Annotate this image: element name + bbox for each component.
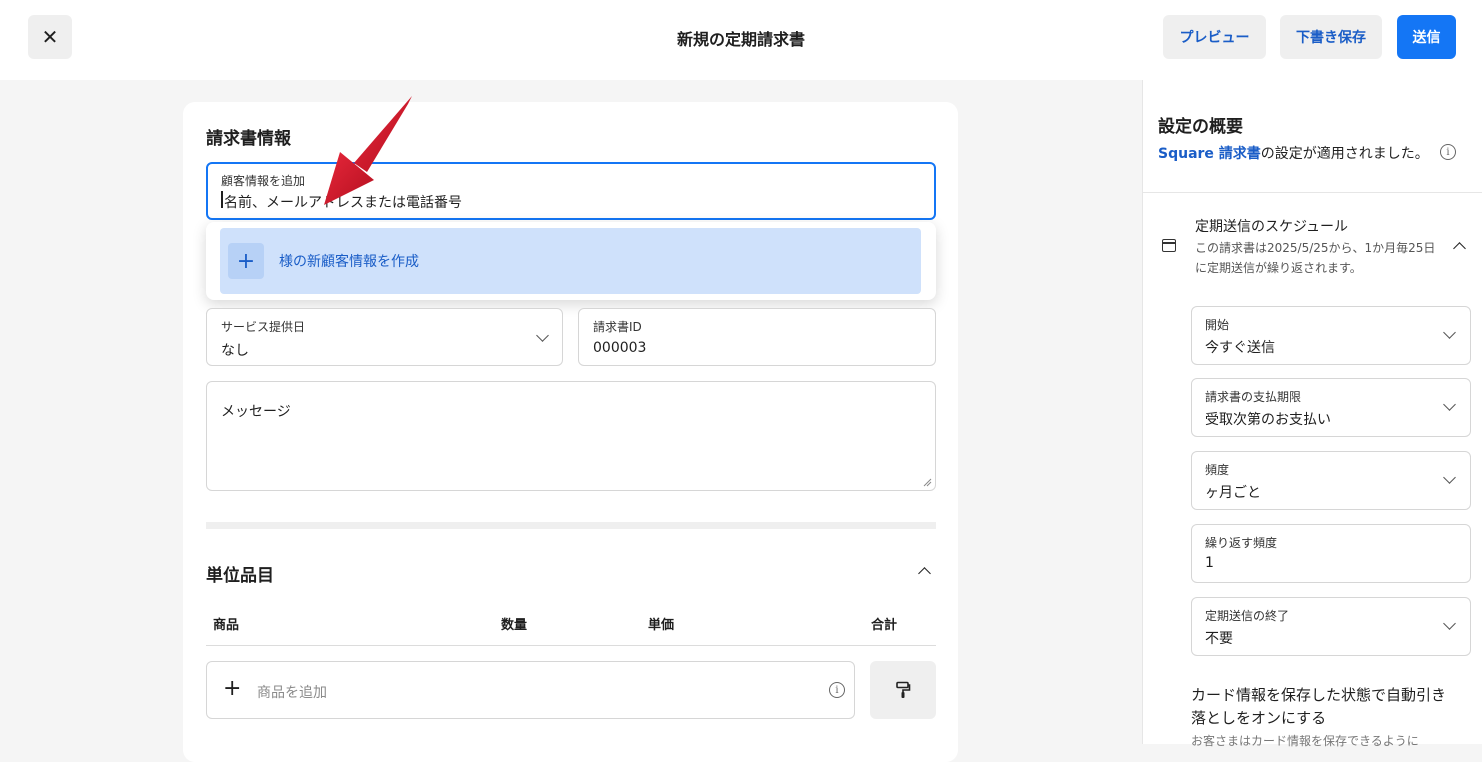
repeat-interval-label: 繰り返す頻度 bbox=[1205, 536, 1278, 550]
frequency-value: ヶ月ごと bbox=[1205, 485, 1261, 501]
plus-icon: + bbox=[228, 243, 264, 279]
preview-button[interactable]: プレビュー bbox=[1163, 15, 1266, 59]
customer-field-label: 顧客情報を追加 bbox=[221, 174, 306, 188]
start-select[interactable]: 開始 今すぐ送信 bbox=[1191, 306, 1471, 365]
schedule-title: 定期送信のスケジュール bbox=[1195, 219, 1349, 235]
payment-due-label: 請求書の支払期限 bbox=[1205, 390, 1302, 404]
column-header-item: 商品 bbox=[213, 618, 240, 633]
recurring-end-value: 不要 bbox=[1205, 631, 1233, 647]
customer-field-placeholder: 名前、メールアドレスまたは電話番号 bbox=[224, 195, 462, 211]
create-customer-label: 様の新顧客情報を作成 bbox=[279, 254, 419, 270]
chevron-down-icon bbox=[1443, 326, 1456, 339]
column-divider bbox=[206, 645, 936, 646]
text-cursor bbox=[221, 191, 223, 208]
column-header-total: 合計 bbox=[871, 618, 898, 633]
invoice-id-field[interactable]: 請求書ID 000003 bbox=[578, 308, 936, 366]
section-divider bbox=[206, 522, 936, 529]
send-button[interactable]: 送信 bbox=[1397, 15, 1456, 59]
settings-summary-panel: 設定の概要 Square 請求書の設定が適用されました。 i 定期送信のスケジュ… bbox=[1142, 80, 1482, 748]
resize-handle-icon[interactable] bbox=[923, 478, 932, 487]
recurring-end-label: 定期送信の終了 bbox=[1205, 609, 1290, 623]
column-header-quantity: 数量 bbox=[501, 618, 528, 633]
schedule-description: この請求書は2025/5/25から、1か月毎25日に定期送信が繰り返されます。 bbox=[1195, 241, 1436, 275]
frequency-label: 頻度 bbox=[1205, 463, 1230, 477]
info-icon[interactable]: i bbox=[829, 682, 845, 698]
calendar-icon bbox=[1162, 239, 1176, 252]
chevron-down-icon bbox=[1443, 471, 1456, 484]
payment-due-value: 受取次第のお支払い bbox=[1205, 412, 1331, 428]
applied-text: の設定が適用されました。 bbox=[1260, 146, 1429, 162]
customize-item-button[interactable] bbox=[870, 661, 936, 719]
invoice-info-title: 請求書情報 bbox=[206, 129, 291, 149]
create-customer-option[interactable]: + 様の新顧客情報を作成 bbox=[220, 228, 921, 294]
add-item-input[interactable]: + 商品を追加 i bbox=[206, 661, 855, 719]
save-draft-button[interactable]: 下書き保存 bbox=[1280, 15, 1382, 59]
chevron-down-icon bbox=[1443, 398, 1456, 411]
service-date-select[interactable]: サービス提供日 なし bbox=[206, 308, 563, 366]
panel-divider bbox=[1143, 192, 1482, 193]
summary-applied-text: Square 請求書の設定が適用されました。 bbox=[1158, 143, 1429, 163]
repeat-interval-value: 1 bbox=[1205, 555, 1214, 571]
info-icon[interactable]: i bbox=[1440, 144, 1456, 160]
service-date-value: なし bbox=[221, 343, 249, 359]
invoice-id-value: 000003 bbox=[593, 340, 647, 356]
start-value: 今すぐ送信 bbox=[1205, 340, 1275, 356]
chevron-up-icon[interactable] bbox=[1453, 242, 1466, 255]
message-textarea[interactable]: メッセージ bbox=[206, 381, 936, 491]
top-bar: ✕ 新規の定期請求書 プレビュー 下書き保存 送信 bbox=[0, 0, 1482, 80]
repeat-interval-input[interactable]: 繰り返す頻度 1 bbox=[1191, 524, 1471, 583]
summary-title: 設定の概要 bbox=[1158, 117, 1243, 137]
column-header-unit-price: 単価 bbox=[648, 618, 675, 633]
recurring-end-select[interactable]: 定期送信の終了 不要 bbox=[1191, 597, 1471, 656]
paint-roller-icon bbox=[896, 681, 911, 698]
square-invoices-link[interactable]: Square 請求書 bbox=[1158, 146, 1261, 162]
chevron-down-icon bbox=[536, 329, 549, 342]
service-date-label: サービス提供日 bbox=[221, 320, 306, 334]
customer-dropdown: + 様の新顧客情報を作成 bbox=[206, 222, 936, 300]
frequency-select[interactable]: 頻度 ヶ月ごと bbox=[1191, 451, 1471, 510]
autopay-toggle-label: カード情報を保存した状態で自動引き落としをオンにする bbox=[1191, 686, 1447, 727]
customer-search-input[interactable]: 顧客情報を追加 名前、メールアドレスまたは電話番号 bbox=[206, 162, 936, 220]
add-item-placeholder: 商品を追加 bbox=[257, 685, 327, 701]
plus-icon: + bbox=[223, 676, 242, 701]
line-items-title: 単位品目 bbox=[206, 566, 274, 586]
payment-due-select[interactable]: 請求書の支払期限 受取次第のお支払い bbox=[1191, 378, 1471, 437]
autopay-toggle-description: お客さまはカード情報を保存できるように bbox=[1191, 734, 1419, 748]
chevron-down-icon bbox=[1443, 617, 1456, 630]
message-placeholder: メッセージ bbox=[221, 404, 291, 420]
invoice-id-label: 請求書ID bbox=[593, 320, 642, 334]
start-label: 開始 bbox=[1205, 318, 1230, 332]
